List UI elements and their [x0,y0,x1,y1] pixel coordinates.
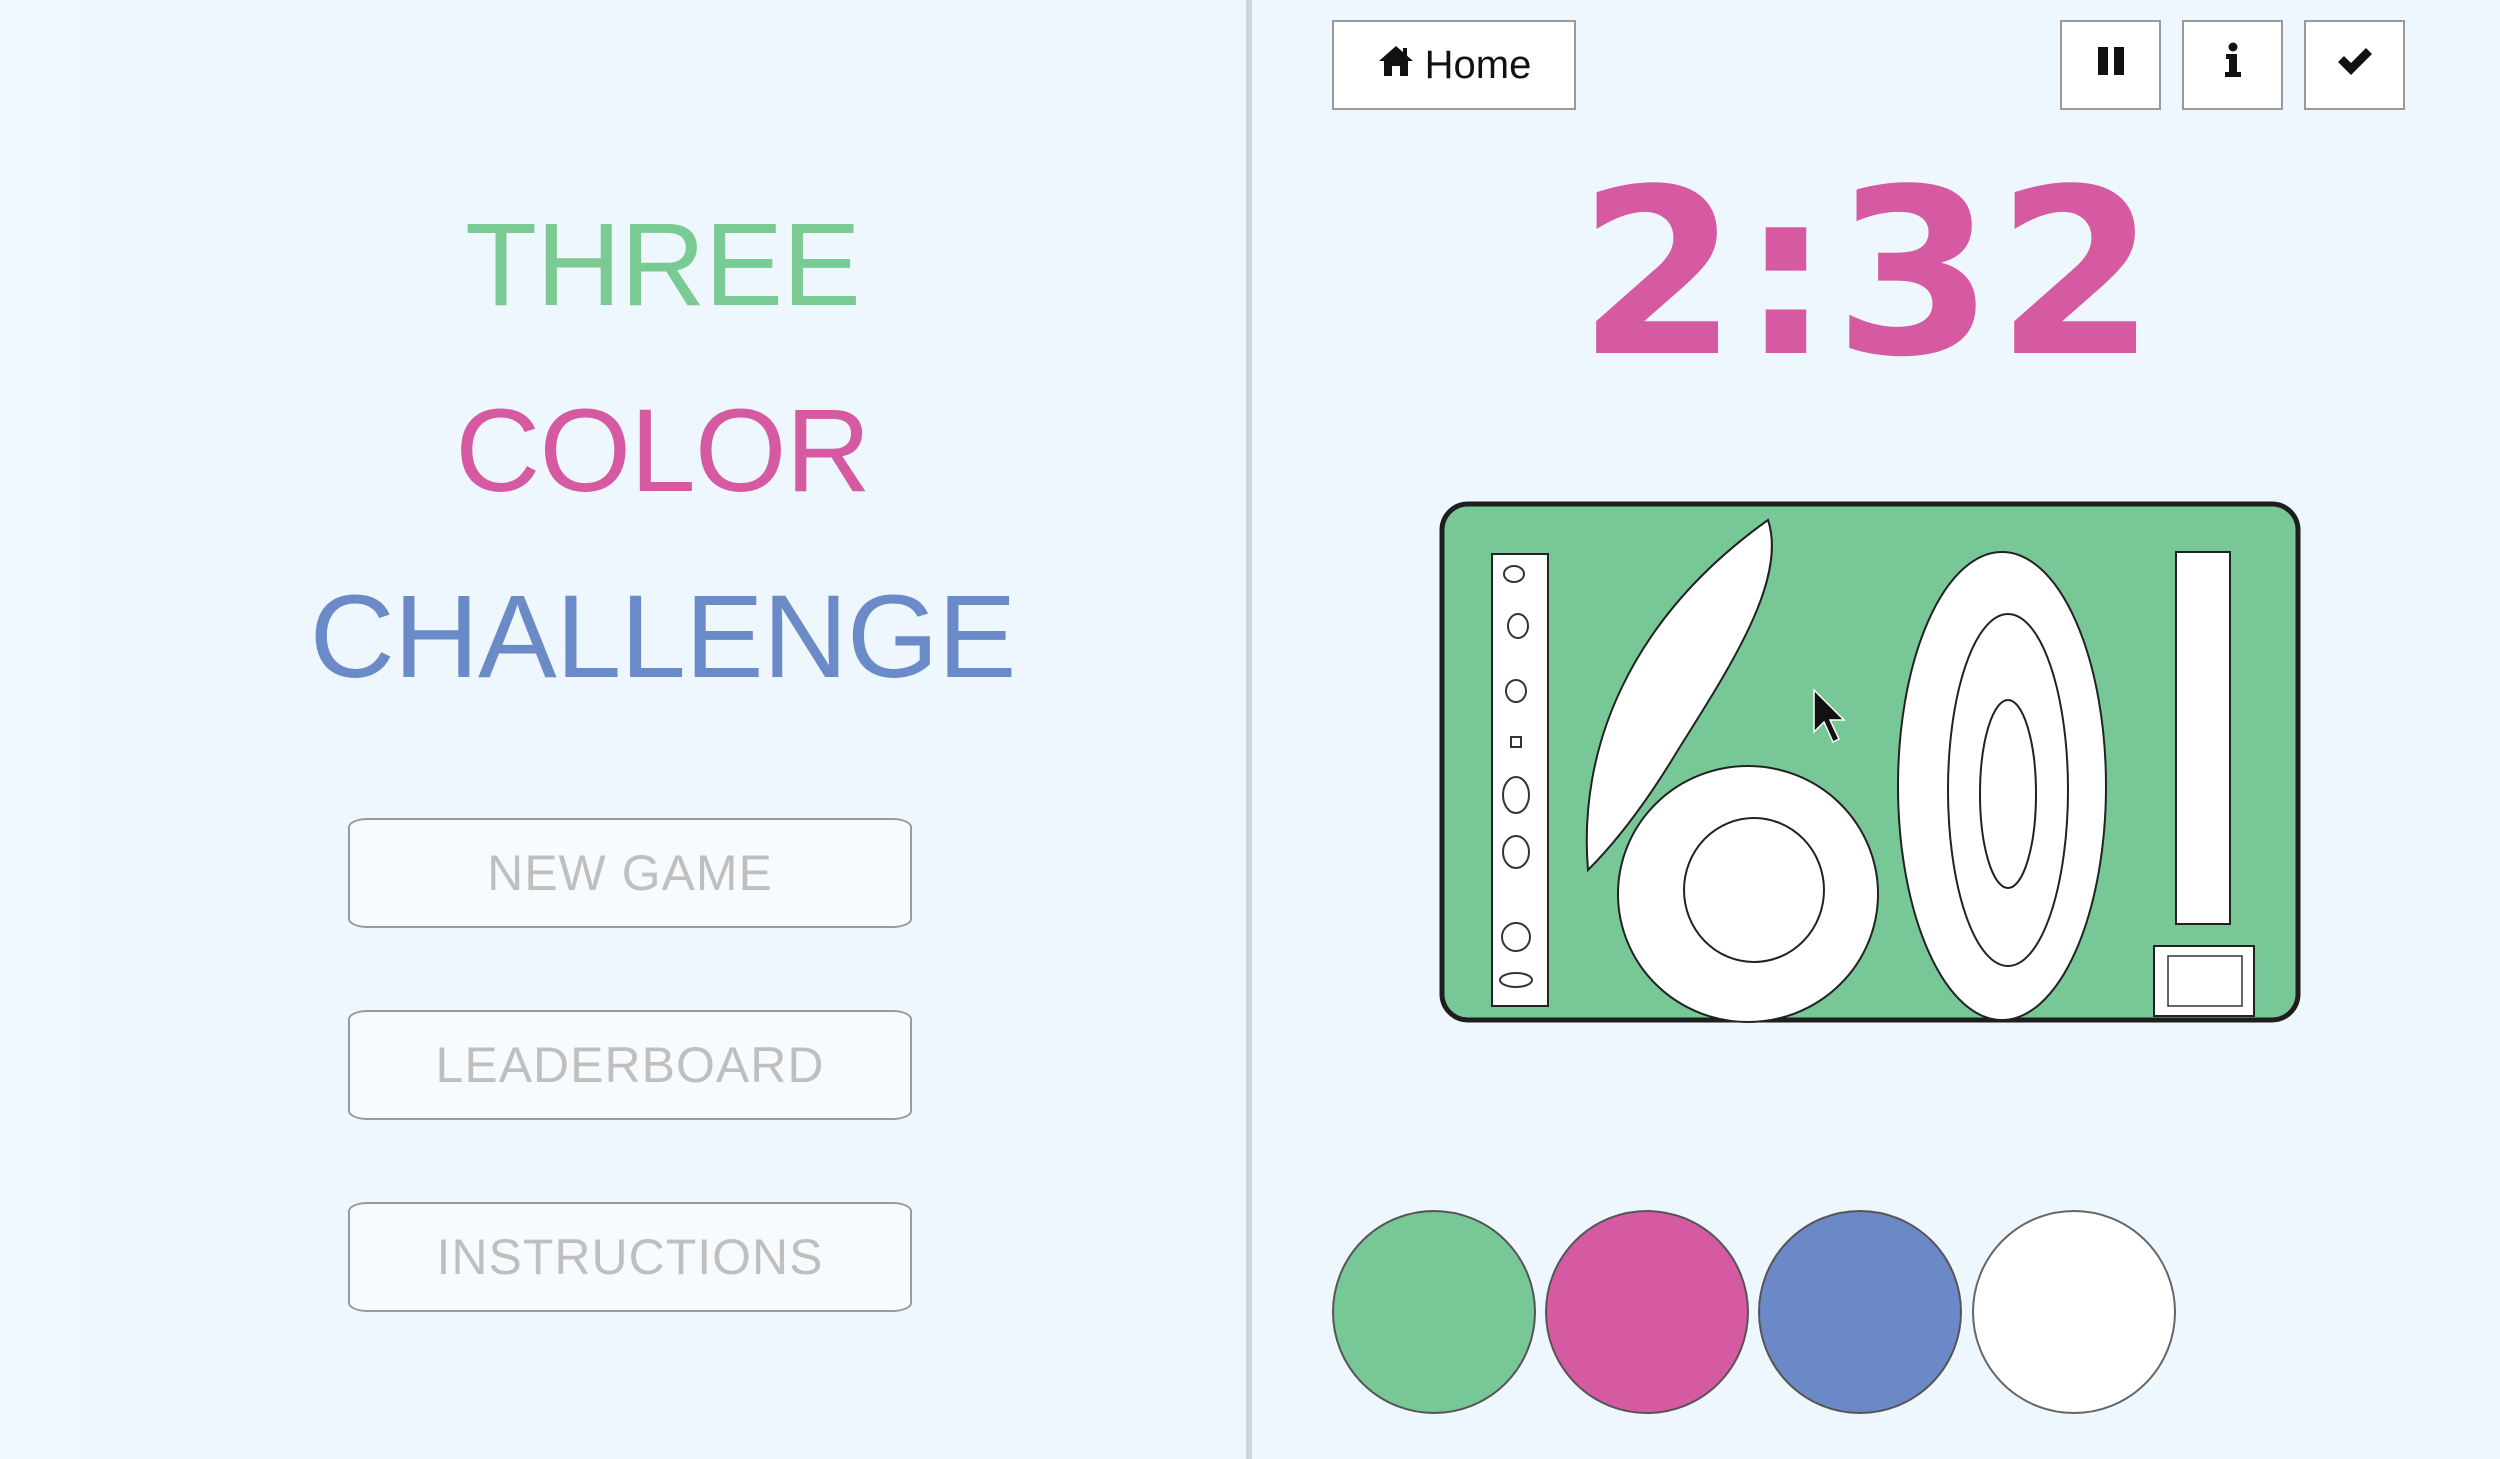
puzzle-board[interactable] [1438,500,2302,1024]
color-swatch-white[interactable] [1972,1210,2176,1414]
pause-icon [2094,43,2128,88]
leaderboard-button[interactable]: LEADERBOARD [348,1010,912,1120]
check-button[interactable] [2304,20,2405,110]
new-game-button[interactable]: NEW GAME [348,818,912,928]
color-swatch-blue[interactable] [1758,1210,1962,1414]
home-button[interactable]: Home [1332,20,1576,110]
info-icon [2223,42,2243,88]
check-icon [2335,43,2375,88]
info-button[interactable] [2182,20,2283,110]
instructions-button[interactable]: INSTRUCTIONS [348,1202,912,1312]
main-menu-panel: THREE COLOR CHALLENGE NEW GAME LEADERBOA… [80,0,1245,1459]
home-label: Home [1424,42,1532,87]
color-swatch-green[interactable] [1332,1210,1536,1414]
countdown-timer: 2:32 [1577,141,2159,408]
game-panel: Home 2:32 [1252,0,2500,1459]
color-swatch-pink[interactable] [1545,1210,1749,1414]
title-three: THREE [465,199,861,331]
title-challenge: CHALLENGE [309,571,1017,703]
home-icon [1377,43,1415,88]
pause-button[interactable] [2060,20,2161,110]
title-color: COLOR [455,385,871,517]
